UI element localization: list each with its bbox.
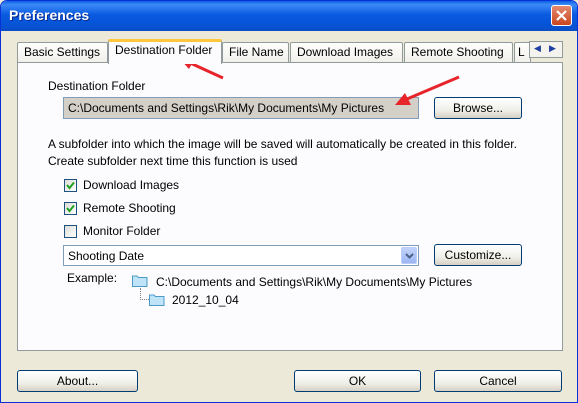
- tab-basic-settings[interactable]: Basic Settings: [17, 42, 108, 62]
- tab-label: File Name: [229, 45, 284, 59]
- title-bar[interactable]: Preferences: [1, 1, 577, 31]
- remote-shooting-label: Remote Shooting: [83, 201, 176, 215]
- tree-connector: [140, 288, 149, 300]
- about-button[interactable]: About...: [17, 370, 138, 392]
- close-icon: [556, 10, 567, 21]
- example-root-path: C:\Documents and Settings\Rik\My Documen…: [156, 275, 473, 289]
- destination-folder-heading: Destination Folder: [48, 79, 146, 93]
- monitor-folder-label: Monitor Folder: [83, 224, 161, 238]
- tab-scroll-buttons[interactable]: ◀ ▶: [529, 41, 563, 58]
- checkmark-icon: [66, 181, 75, 190]
- tab-label: L: [518, 45, 525, 59]
- tab-label: Download Images: [297, 45, 394, 59]
- cancel-button[interactable]: Cancel: [434, 370, 562, 392]
- folder-icon: [149, 294, 165, 306]
- subfolder-type-select[interactable]: Shooting Date: [63, 245, 419, 266]
- checkmark-icon: [66, 204, 75, 213]
- tab-strip: Basic Settings Destination Folder File N…: [17, 39, 563, 64]
- subfolder-type-value: Shooting Date: [68, 249, 145, 263]
- destination-path-field[interactable]: C:\Documents and Settings\Rik\My Documen…: [63, 97, 419, 119]
- ok-button[interactable]: OK: [294, 370, 421, 392]
- remote-shooting-checkbox[interactable]: [64, 202, 77, 215]
- tab-file-name[interactable]: File Name: [222, 42, 289, 62]
- browse-button[interactable]: Browse...: [434, 97, 522, 119]
- monitor-folder-checkbox[interactable]: [64, 225, 77, 238]
- preferences-window: Preferences Basic Settings Destination F…: [0, 0, 578, 403]
- description-line-2: Create subfolder next time this function…: [48, 154, 298, 168]
- customize-button[interactable]: Customize...: [434, 244, 522, 266]
- tab-label: Destination Folder: [115, 43, 213, 57]
- download-images-label: Download Images: [83, 178, 180, 192]
- chevron-down-icon: [405, 253, 414, 259]
- download-images-checkbox[interactable]: [64, 179, 77, 192]
- tab-remote-shooting[interactable]: Remote Shooting: [404, 42, 513, 62]
- tab-label: Remote Shooting: [411, 45, 504, 59]
- dropdown-button[interactable]: [401, 247, 417, 264]
- close-button[interactable]: [551, 5, 572, 26]
- tab-destination-folder[interactable]: Destination Folder: [108, 39, 222, 64]
- folder-icon: [132, 275, 148, 287]
- window-title: Preferences: [9, 7, 90, 23]
- chevron-right-icon[interactable]: ▶: [549, 43, 556, 54]
- example-subfolder-name: 2012_10_04: [172, 293, 239, 307]
- chevron-left-icon[interactable]: ◀: [534, 43, 541, 54]
- tab-download-images[interactable]: Download Images: [290, 42, 403, 62]
- example-label: Example:: [67, 271, 118, 285]
- description-line-1: A subfolder into which the image will be…: [48, 137, 517, 151]
- tab-label: Basic Settings: [24, 45, 101, 59]
